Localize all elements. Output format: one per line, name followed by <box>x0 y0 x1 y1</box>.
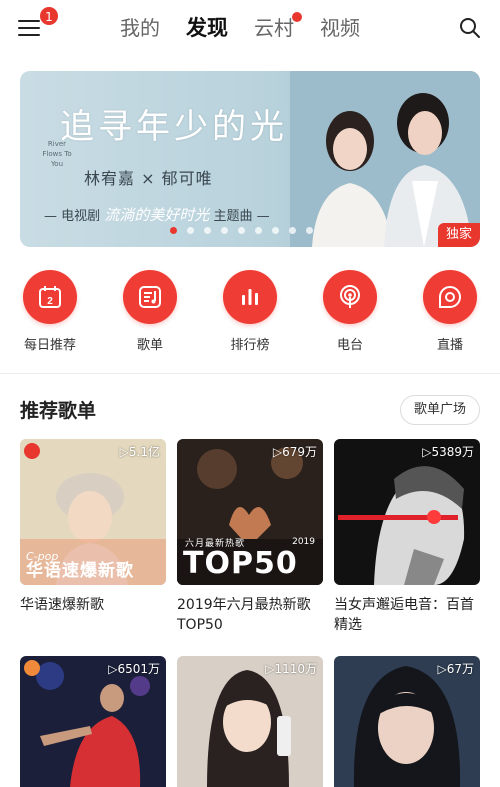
menu-badge: 1 <box>39 6 59 26</box>
notification-dot <box>292 12 302 22</box>
calendar-day: 2 <box>47 296 53 307</box>
carousel-dot[interactable] <box>272 227 279 234</box>
playlist-name: 华语速爆新歌 <box>20 597 104 613</box>
play-count: ▷1110万 <box>265 662 317 676</box>
tab-mine[interactable]: 我的 <box>120 14 160 42</box>
tab-village-label: 云村 <box>254 16 294 40</box>
chart-label: 排行榜 <box>230 338 270 353</box>
chart-icon <box>223 270 277 324</box>
top-tabs: 我的 发现 云村 视频 <box>120 12 360 42</box>
live-button[interactable]: 直播 <box>410 270 490 353</box>
carousel-dot[interactable] <box>187 227 194 234</box>
playlist-card[interactable]: ▷5.1亿 C-pop 华语速爆新歌 华语速爆新歌 <box>20 439 166 615</box>
playlist-cover: ▷67万 <box>334 656 480 787</box>
play-count: ▷679万 <box>272 445 317 459</box>
promo-banner[interactable]: 追寻年少的光 River Flows To You 林宥嘉 × 郁可唯 — 电视… <box>20 71 480 247</box>
daily-recommend-label: 每日推荐 <box>23 338 76 353</box>
playlist-square-button[interactable]: 歌单广场 <box>400 395 480 425</box>
live-icon <box>423 270 477 324</box>
banner-theme-name: 流淌的美好时光 <box>104 206 210 224</box>
playlist-card[interactable]: ▷1110万 <box>177 656 323 787</box>
netease-logo-icon <box>24 443 40 459</box>
carousel-dot[interactable] <box>204 227 211 234</box>
playlist-button[interactable]: 歌单 <box>110 270 190 353</box>
tab-village[interactable]: 云村 <box>254 12 302 42</box>
radio-label: 电台 <box>336 338 363 353</box>
carousel-dots <box>170 227 313 234</box>
carousel-dot[interactable] <box>289 227 296 234</box>
playlist-cover: ▷1110万 <box>177 656 323 787</box>
banner-subtitle: River Flows To You <box>42 140 72 168</box>
play-count: ▷5.1亿 <box>119 445 160 459</box>
live-label: 直播 <box>436 338 463 353</box>
banner-title: 追寻年少的光 <box>60 107 288 147</box>
playlist-cover: ▷6501万 <box>20 656 166 787</box>
banner-theme-right: 主题曲 — <box>213 209 270 224</box>
quick-nav: 2 每日推荐 歌单 排行榜 电台 直播 <box>0 270 500 360</box>
cover-label-large: 华语速爆新歌 <box>26 561 134 581</box>
playlist-card[interactable]: ▷679万 六月最新热歌 2019 TOP50 2019年六月最热新歌TOP50 <box>177 439 323 635</box>
cover-art <box>334 439 480 585</box>
exclusive-badge: 独家 <box>438 223 480 247</box>
playlist-card[interactable]: ▷6501万 <box>20 656 166 787</box>
playlist-card[interactable]: ▷67万 <box>334 656 480 787</box>
tab-discover[interactable]: 发现 <box>186 14 228 42</box>
carousel-dot[interactable] <box>221 227 228 234</box>
daily-recommend-button[interactable]: 2 每日推荐 <box>10 270 90 353</box>
carousel-dot[interactable] <box>255 227 262 234</box>
menu-icon[interactable] <box>18 16 42 40</box>
section-divider <box>0 373 500 374</box>
banner-artists: 林宥嘉 × 郁可唯 <box>84 169 213 188</box>
tab-video[interactable]: 视频 <box>320 14 360 42</box>
badge-icon <box>24 660 40 676</box>
play-count: ▷6501万 <box>108 662 160 676</box>
carousel-dot[interactable] <box>306 227 313 234</box>
banner-theme: — 电视剧 流淌的美好时光 主题曲 — <box>44 204 270 225</box>
radio-icon <box>323 270 377 324</box>
play-count: ▷5389万 <box>422 445 474 459</box>
playlist-name: 2019年六月最热新歌TOP50 <box>177 597 311 633</box>
playlist-icon <box>123 270 177 324</box>
cover-label-large: TOP50 <box>183 546 298 581</box>
playlist-name: 当女声邂逅电音：百首精选 <box>334 597 474 633</box>
section-title: 推荐歌单 <box>20 400 97 422</box>
carousel-dot[interactable] <box>238 227 245 234</box>
playlist-label: 歌单 <box>136 338 163 353</box>
chart-button[interactable]: 排行榜 <box>210 270 290 353</box>
playlist-cover: ▷679万 六月最新热歌 2019 TOP50 <box>177 439 323 585</box>
radio-button[interactable]: 电台 <box>310 270 390 353</box>
banner-theme-left: — 电视剧 <box>44 209 101 224</box>
top-bar: 1 我的 发现 云村 视频 <box>0 0 500 56</box>
carousel-dot[interactable] <box>170 227 177 234</box>
playlist-cover: ▷5.1亿 C-pop 华语速爆新歌 <box>20 439 166 585</box>
search-icon[interactable] <box>458 16 482 40</box>
playlist-cover: ▷5389万 <box>334 439 480 585</box>
playlist-card[interactable]: ▷5389万 当女声邂逅电音：百首精选 <box>334 439 480 635</box>
calendar-icon: 2 <box>23 270 77 324</box>
play-count: ▷67万 <box>437 662 475 676</box>
